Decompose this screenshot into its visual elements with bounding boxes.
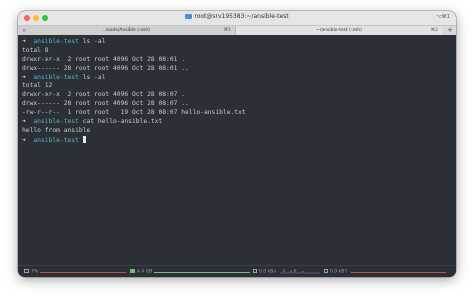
terminal-prompt-line: ➜ ansible-test cat hello-ansible.txt <box>22 118 452 127</box>
new-tab-button[interactable]: + <box>447 26 453 35</box>
network-up-graph <box>351 271 446 273</box>
network-icon <box>324 269 328 273</box>
command-text: cat hello-ansible.txt <box>78 118 163 126</box>
text-cursor <box>82 135 87 143</box>
terminal-output[interactable]: ➜ ansible-test ls -al total 8 drwxr-xr-x 2… <box>18 35 456 265</box>
terminal-prompt-line: ➜ ansible-test ls -al <box>22 74 452 83</box>
terminal-output-line: hello from ansible <box>22 126 91 134</box>
memory-icon <box>130 269 135 273</box>
terminal-prompt-line: ➜ ansible-test ls -al <box>22 38 452 47</box>
status-bar: 7% 4.4 GB 0.0 kB↓ 0.0 kB↑ <box>18 265 456 277</box>
terminal-window: root@srv195383:~/ansible-test ⌥⌘1 × ..lo… <box>18 11 456 277</box>
terminal-output-line: -rw-r--r-- 1 root root 19 Oct 28 08:07 h… <box>22 109 246 117</box>
prompt-directory: ansible-test <box>25 38 79 45</box>
network-down: 0.0 kB↓ <box>253 269 277 275</box>
memory-value: 4.4 GB <box>137 269 153 275</box>
network-down-value: 0.0 kB↓ <box>259 269 278 275</box>
terminal-output-line: drwx------ 28 root root 4096 Oct 28 08:0… <box>22 100 189 108</box>
tab-bar: × ..loads/Ansible (-zsh) ⌘1 ~/ansible-te… <box>18 25 456 36</box>
cpu-icon <box>24 269 29 273</box>
terminal-output-line: drwxr-xr-x 2 root root 4096 Oct 28 08:01… <box>22 55 186 63</box>
tab-label: ~/ansible-test (-zsh) <box>316 28 362 33</box>
network-up: 0.0 kB↑ <box>324 269 348 275</box>
network-icon <box>253 269 257 273</box>
window-title: root@srv195383:~/ansible-test <box>18 13 456 20</box>
tab-label: ..loads/Ansible (-zsh) <box>103 28 150 33</box>
prompt-directory: ansible-test <box>25 118 79 126</box>
title-bar[interactable]: root@srv195383:~/ansible-test ⌥⌘1 <box>18 11 456 25</box>
command-text: ls -al <box>78 73 106 81</box>
cpu-value: 7% <box>31 269 39 275</box>
cpu-usage: 7% <box>24 269 38 275</box>
cpu-graph <box>40 271 126 273</box>
terminal-output-line: total 12 <box>22 82 53 90</box>
prompt-directory: ansible-test <box>25 136 79 144</box>
prompt-directory: ansible-test <box>25 73 79 81</box>
terminal-output-line: total 8 <box>22 46 49 54</box>
network-graph <box>280 268 320 274</box>
terminal-prompt-line: ➜ ansible-test <box>22 135 452 145</box>
command-text: ls -al <box>78 38 106 45</box>
folder-icon <box>185 13 193 19</box>
window-shortcut: ⌥⌘1 <box>436 14 450 20</box>
window-title-text: root@srv195383:~/ansible-test <box>194 13 289 20</box>
terminal-output-line: drwx------ 28 root root 4096 Oct 28 08:0… <box>22 64 189 72</box>
memory-usage: 4.4 GB <box>130 269 152 275</box>
network-up-value: 0.0 kB↑ <box>330 269 349 275</box>
memory-graph <box>154 271 250 273</box>
terminal-output-line: drwxr-xr-x 2 root root 4096 Oct 28 08:07… <box>22 91 186 99</box>
